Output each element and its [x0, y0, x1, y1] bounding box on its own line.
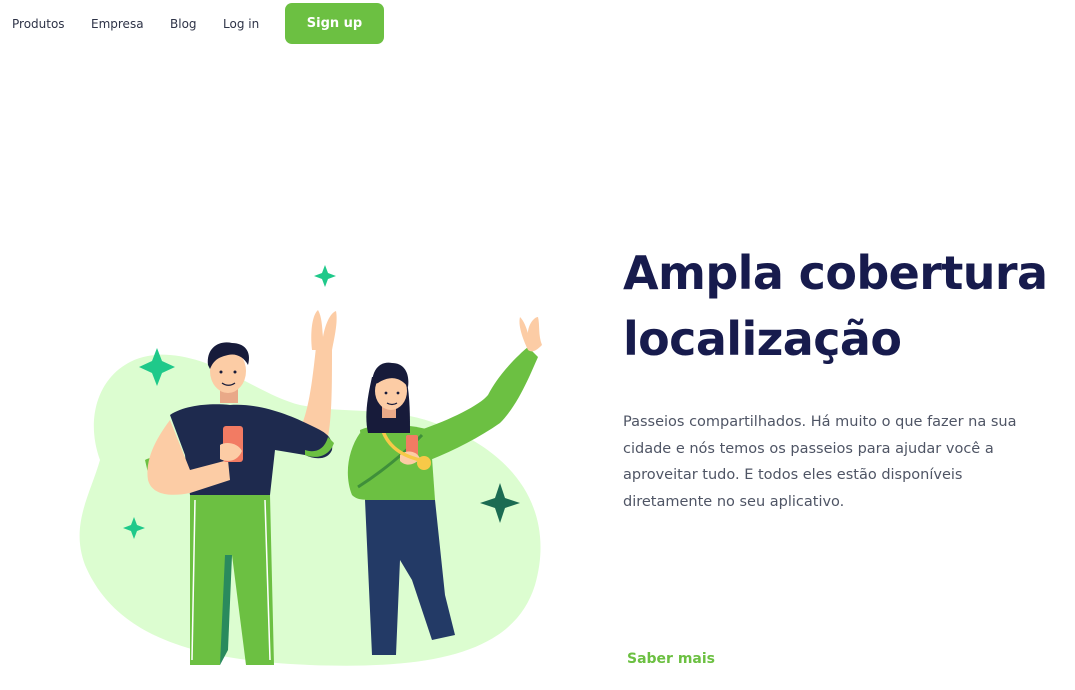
learn-more-link[interactable]: Saber mais: [627, 651, 715, 667]
hero-illustration-svg: [79, 265, 542, 666]
nav-link-blog[interactable]: Blog: [170, 17, 197, 31]
hero-title-line2: localização: [623, 312, 902, 366]
nav-link-produtos[interactable]: Produtos: [12, 17, 65, 31]
nav-link-login[interactable]: Log in: [223, 17, 259, 31]
hero-title-line1: Ampla cobertura: [623, 246, 1048, 300]
hero-description: Passeios compartilhados. Há muito o que …: [623, 414, 1017, 510]
hero-illustration: [60, 255, 560, 685]
nav-link-empresa[interactable]: Empresa: [91, 17, 144, 31]
top-nav: Produtos Empresa Blog Log in Sign up: [0, 0, 400, 48]
sparkle-icon: [314, 265, 336, 287]
signup-button[interactable]: Sign up: [285, 3, 384, 44]
hero-title: Ampla cobertura localização: [623, 240, 1048, 372]
